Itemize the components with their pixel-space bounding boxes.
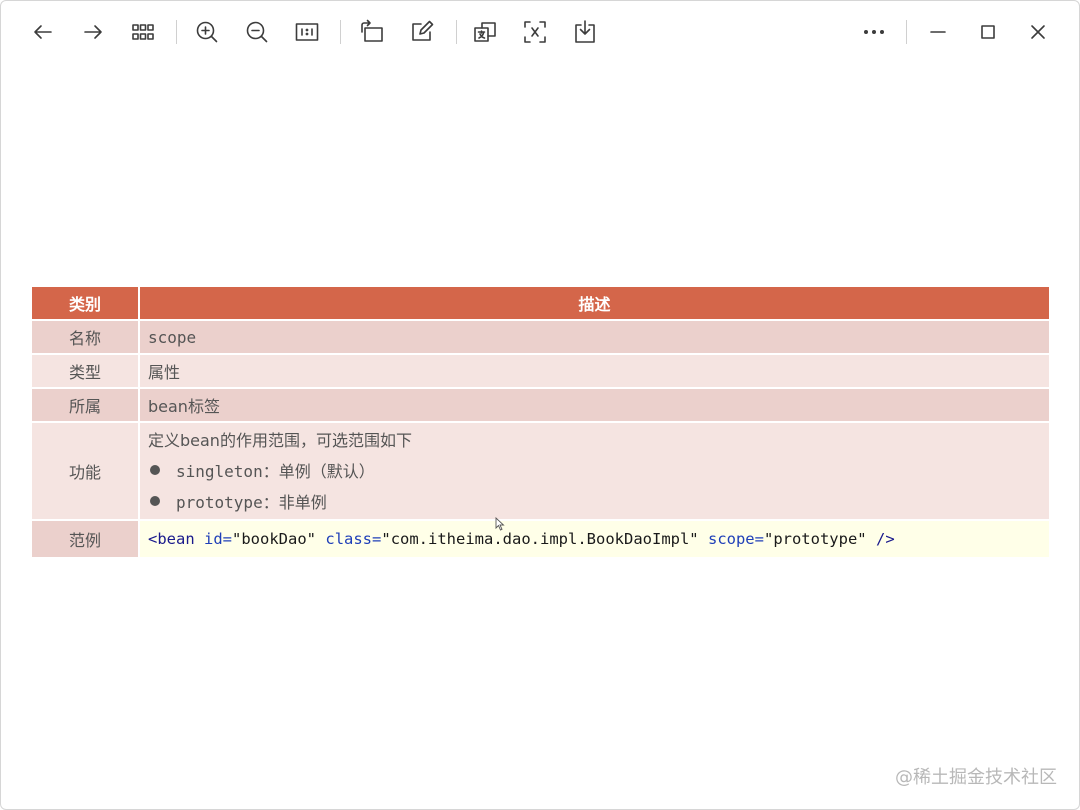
toolbar-separator [176,20,177,44]
row-label-name: 名称 [30,319,140,355]
header-description: 描述 [138,285,1051,321]
table-row: 范例 <bean id="bookDao" class="com.itheima… [30,519,1051,559]
row-value-function: 定义bean的作用范围，可选范围如下 singleton：单例（默认） prot… [138,421,1051,521]
scope-keyword: singleton [176,461,263,481]
function-intro: 定义bean的作用范围，可选范围如下 [148,430,412,450]
watermark: @稀土掘金技术社区 [895,767,1057,788]
code-tag-close: /> [875,530,895,548]
toolbar-separator [340,20,341,44]
zoom-in-icon[interactable] [191,16,223,48]
bean-scope-table: 类别 描述 名称 scope 类型 属性 所属 bean标签 功能 定义bean… [30,285,1051,559]
code-attr-class: class= [325,530,382,548]
row-label-belongs: 所属 [30,387,140,423]
table-row: 所属 bean标签 [30,387,1051,423]
toolbar-separator [906,20,907,44]
row-value-type: 属性 [138,353,1051,389]
header-category: 类别 [30,285,140,321]
scope-description: 单例（默认） [278,461,375,481]
translate-icon[interactable] [469,16,501,48]
more-icon[interactable] [858,16,890,48]
code-val-id: "bookDao" [232,530,317,548]
list-item: singleton：单例（默认） [148,456,1049,487]
back-arrow-icon[interactable] [27,16,59,48]
scope-separator: ： [262,461,279,481]
list-item: prototype：非单例 [148,487,1049,518]
row-label-type: 类型 [30,353,140,389]
code-attr-id: id= [204,530,233,548]
code-attr-scope: scope= [707,530,764,548]
grid-icon[interactable] [127,16,159,48]
close-icon[interactable] [1022,16,1054,48]
edit-icon[interactable] [406,16,438,48]
toolbar-separator [456,20,457,44]
forward-arrow-icon[interactable] [77,16,109,48]
bullet-icon [150,496,160,506]
code-tag-open: <bean [148,530,195,548]
row-value-name: scope [138,319,1051,355]
code-val-scope: "prototype" [763,530,867,548]
bullet-icon [150,465,160,475]
row-value-belongs: bean标签 [138,387,1051,423]
toolbar [1,1,1079,63]
table-header-row: 类别 描述 [30,285,1051,321]
scope-keyword: prototype [176,492,263,512]
zoom-out-icon[interactable] [241,16,273,48]
rotate-icon[interactable] [356,16,388,48]
scope-description: 非单例 [278,492,327,512]
scope-separator: ： [262,492,279,512]
table-row: 类型 属性 [30,353,1051,389]
code-val-class: "com.itheima.dao.impl.BookDaoImpl" [381,530,699,548]
row-label-example: 范例 [30,519,140,559]
table-row: 名称 scope [30,319,1051,355]
code-example: <bean id="bookDao" class="com.itheima.da… [138,519,1051,559]
table-row: 功能 定义bean的作用范围，可选范围如下 singleton：单例（默认） p… [30,421,1051,521]
row-label-function: 功能 [30,421,140,521]
image-viewer-window: 类别 描述 名称 scope 类型 属性 所属 bean标签 功能 定义bean… [0,0,1080,810]
actual-size-icon[interactable] [291,16,323,48]
minimize-icon[interactable] [922,16,954,48]
download-icon[interactable] [569,16,601,48]
maximize-icon[interactable] [972,16,1004,48]
text-recognition-icon[interactable] [519,16,551,48]
mouse-cursor-icon [495,517,505,531]
